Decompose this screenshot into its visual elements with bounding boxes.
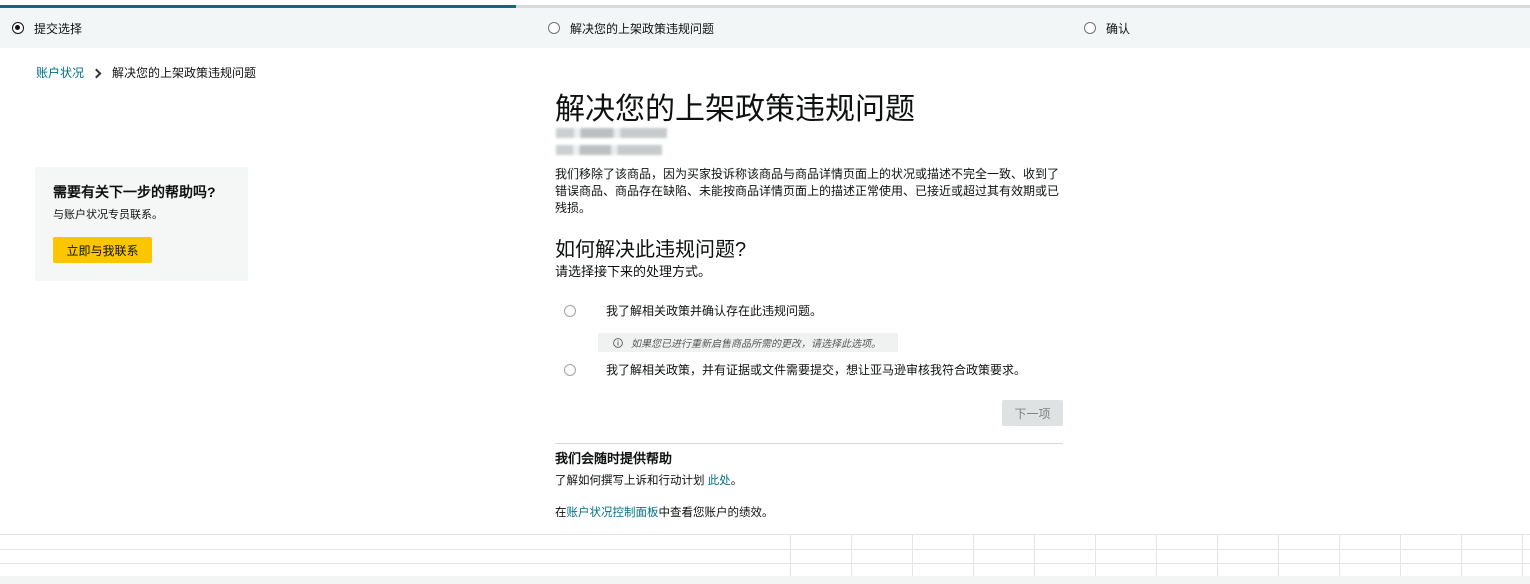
- option-note: 如果您已进行重新启售商品所需的更改，请选择此选项。: [598, 333, 898, 352]
- grid-line: [1034, 534, 1035, 576]
- contact-me-button[interactable]: 立即与我联系: [53, 237, 152, 263]
- bottom-band: [0, 576, 1530, 584]
- resolve-instruction: 请选择接下来的处理方式。: [555, 264, 712, 279]
- radio-unchecked-icon: [1084, 22, 1096, 34]
- step-label: 解决您的上架政策违规问题: [570, 21, 715, 36]
- violation-description: 我们移除了该商品，因为买家投诉称该商品与商品详情页面上的状况或描述不完全一致、收…: [555, 167, 1060, 215]
- grid-line: [1522, 534, 1523, 576]
- option-note-text: 如果您已进行重新启售商品所需的更改，请选择此选项。: [631, 339, 881, 350]
- step-submit-choice: 提交选择: [12, 8, 82, 48]
- option-label[interactable]: 我了解相关政策，并有证据或文件需要提交，想让亚马逊审核我符合政策要求。: [606, 361, 1026, 379]
- redacted-text-line: [556, 128, 667, 138]
- dashboard-help-text: 中查看您账户的绩效。: [658, 507, 774, 519]
- radio-unchecked-icon[interactable]: [564, 364, 576, 376]
- grid-line: [790, 534, 791, 576]
- radio-unchecked-icon[interactable]: [564, 305, 576, 317]
- grid-line: [912, 534, 913, 576]
- divider: [555, 443, 1063, 444]
- grid-line: [1217, 534, 1218, 576]
- help-section-title: 我们会随时提供帮助: [555, 451, 673, 466]
- option-acknowledge-violation[interactable]: 我了解相关政策并确认存在此违规问题。: [564, 302, 822, 320]
- grid-line: [0, 563, 1530, 564]
- next-button[interactable]: 下一项: [1002, 400, 1063, 426]
- grid-line: [0, 549, 1530, 550]
- step-resolve-violation: 解决您的上架政策违规问题: [548, 8, 714, 48]
- step-label: 提交选择: [34, 21, 83, 36]
- grid-line: [851, 534, 852, 576]
- account-health-dashboard-link[interactable]: 账户状况控制面板: [567, 507, 659, 519]
- stepper: 提交选择 解决您的上架政策违规问题 确认: [0, 8, 1530, 48]
- radio-unchecked-icon: [548, 22, 560, 34]
- appeal-help-suffix: 。: [730, 475, 743, 487]
- step-label: 确认: [1106, 21, 1131, 36]
- appeal-help-line: 了解如何撰写上诉和行动计划 此处。: [555, 473, 742, 489]
- option-submit-evidence[interactable]: 我了解相关政策，并有证据或文件需要提交，想让亚马逊审核我符合政策要求。: [564, 361, 1026, 379]
- grid-line: [1156, 534, 1157, 576]
- help-box-subtitle: 与账户状况专员联系。: [53, 209, 163, 221]
- page-title: 解决您的上架政策违规问题: [555, 93, 915, 126]
- help-box: 需要有关下一步的帮助吗? 与账户状况专员联系。 立即与我联系: [35, 167, 248, 281]
- appeal-help-text: 了解如何撰写上诉和行动计划: [555, 475, 708, 487]
- info-icon: [613, 337, 623, 348]
- breadcrumb-link-account-health[interactable]: 账户状况: [36, 65, 84, 81]
- grid-line: [1461, 534, 1462, 576]
- step-confirm: 确认: [1084, 8, 1130, 48]
- appeal-help-link[interactable]: 此处: [708, 475, 731, 487]
- grid-line: [1278, 534, 1279, 576]
- background-grid: [0, 534, 1530, 584]
- help-box-title: 需要有关下一步的帮助吗?: [53, 184, 216, 200]
- redacted-text-line: [556, 145, 662, 155]
- breadcrumb-current: 解决您的上架政策违规问题: [112, 66, 257, 80]
- dashboard-help-line: 在账户状况控制面板中查看您账户的绩效。: [555, 505, 774, 521]
- grid-line: [973, 534, 974, 576]
- dashboard-help-prefix: 在: [555, 507, 567, 519]
- option-label[interactable]: 我了解相关政策并确认存在此违规问题。: [606, 302, 822, 320]
- grid-line: [1339, 534, 1340, 576]
- grid-line: [1095, 534, 1096, 576]
- grid-line: [1400, 534, 1401, 576]
- chevron-right-icon: [91, 68, 102, 78]
- radio-checked-icon: [12, 22, 24, 34]
- grid-line: [0, 534, 1530, 535]
- resolve-heading: 如何解决此违规问题?: [555, 239, 747, 261]
- breadcrumb: 账户状况 解决您的上架政策违规问题: [36, 65, 256, 81]
